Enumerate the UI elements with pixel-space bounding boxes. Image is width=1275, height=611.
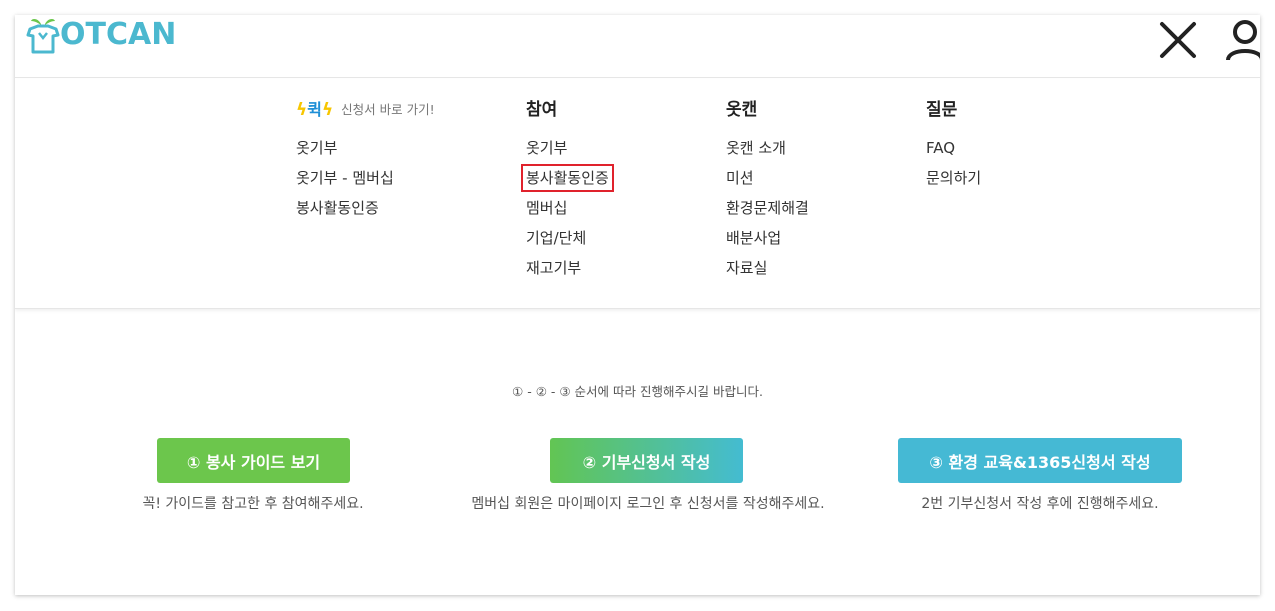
header: OTCAN: [15, 15, 1260, 78]
qna-item-inquiry[interactable]: 문의하기: [926, 163, 981, 193]
participate-item-membership[interactable]: 멤버십: [526, 193, 609, 223]
otcan-item-mission[interactable]: 미션: [726, 163, 809, 193]
user-icon: [1226, 20, 1260, 61]
participate-item-stock-donation[interactable]: 재고기부: [526, 253, 609, 283]
quick-badge: ϟ 퀵 ϟ: [296, 97, 333, 123]
close-button[interactable]: [1158, 20, 1198, 60]
step3-description: 2번 기부신청서 작성 후에 진행해주세요.: [921, 496, 1159, 512]
quick-subtitle: 신청서 바로 가기!: [341, 102, 435, 117]
otcan-item-distribution[interactable]: 배분사업: [726, 223, 809, 253]
volunteer-steps-section: ① - ② - ③ 순서에 따라 진행해주시길 바랍니다. ① 봉사 가이드 보…: [15, 310, 1260, 595]
quick-badge-label: 퀵: [307, 100, 322, 119]
mega-menu: ϟ 퀵 ϟ 신청서 바로 가기! 옷기부 옷기부 - 멤버십 봉사활동인증 참여…: [15, 79, 1260, 309]
menu-column-participate: 참여 옷기부 봉사활동인증 멤버십 기업/단체 재고기부: [521, 97, 614, 283]
participate-item-volunteer-cert-label: 봉사활동인증: [521, 164, 614, 192]
quick-item-volunteer-cert[interactable]: 봉사활동인증: [296, 193, 435, 223]
otcan-item-environment[interactable]: 환경문제해결: [726, 193, 809, 223]
step1-guide-button[interactable]: ① 봉사 가이드 보기: [157, 438, 350, 483]
otcan-heading: 옷캔: [726, 100, 758, 120]
quick-apply-heading: ϟ 퀵 ϟ 신청서 바로 가기!: [296, 97, 435, 123]
logo-text: OTCAN: [60, 17, 177, 52]
quick-item-clothes-donation-membership[interactable]: 옷기부 - 멤버십: [296, 163, 435, 193]
menu-column-quick: ϟ 퀵 ϟ 신청서 바로 가기! 옷기부 옷기부 - 멤버십 봉사활동인증: [296, 97, 435, 223]
lightning-icon: ϟ: [321, 100, 334, 120]
menu-column-otcan: 옷캔 옷캔 소개 미션 환경문제해결 배분사업 자료실: [726, 97, 809, 283]
user-button[interactable]: [1224, 18, 1260, 62]
menu-column-qna: 질문 FAQ 문의하기: [926, 97, 981, 193]
qna-heading: 질문: [926, 100, 958, 120]
step1-description: 꼭! 가이드를 참고한 후 참여해주세요.: [142, 496, 364, 512]
quick-item-clothes-donation[interactable]: 옷기부: [296, 133, 435, 163]
qna-item-faq[interactable]: FAQ: [926, 133, 981, 163]
logo[interactable]: OTCAN: [26, 15, 176, 55]
step2-description: 멤버십 회원은 마이페이지 로그인 후 신청서를 작성해주세요.: [471, 496, 825, 512]
participate-heading: 참여: [526, 100, 558, 120]
step3-education-form-button[interactable]: ③ 환경 교육&1365신청서 작성: [898, 438, 1182, 483]
participate-item-clothes-donation[interactable]: 옷기부: [526, 133, 609, 163]
otcan-item-about[interactable]: 옷캔 소개: [726, 133, 809, 163]
otcan-item-archive[interactable]: 자료실: [726, 253, 809, 283]
lightning-icon: ϟ: [296, 100, 308, 120]
step2-donation-form-button[interactable]: ② 기부신청서 작성: [550, 438, 743, 483]
close-icon: [1160, 22, 1196, 58]
menu-panel: OTCAN ϟ 퀵 ϟ 신청서 바로 가기! 옷기부 옷기부 - 멤버십 봉사활…: [15, 15, 1260, 595]
participate-item-company-group[interactable]: 기업/단체: [526, 223, 609, 253]
logo-shirt-icon: [26, 19, 60, 54]
participate-item-volunteer-cert[interactable]: 봉사활동인증: [521, 163, 614, 193]
order-notice: ① - ② - ③ 순서에 따라 진행해주시길 바랍니다.: [512, 384, 763, 399]
